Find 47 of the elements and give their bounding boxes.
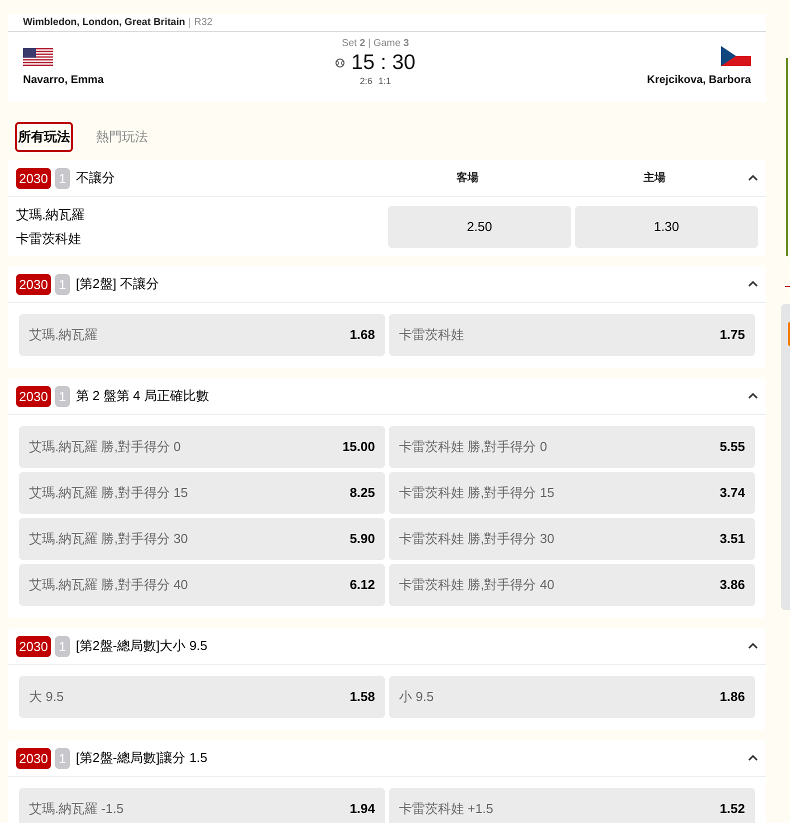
- chevron-icon[interactable]: [748, 643, 758, 649]
- chevron-icon[interactable]: [748, 281, 758, 287]
- odds-button[interactable]: 1.30: [575, 206, 758, 248]
- column-header: 客場: [456, 170, 480, 186]
- chevron-icon[interactable]: [748, 393, 758, 399]
- odds-button[interactable]: 小 9.5 1.86: [389, 676, 755, 718]
- flag-icon: [23, 48, 53, 66]
- game-score: 1:1: [378, 75, 391, 88]
- player-name: Navarro, Emma: [23, 73, 104, 88]
- chevron-icon[interactable]: [748, 755, 758, 761]
- odds-button[interactable]: 2.50: [388, 206, 571, 248]
- odds-button[interactable]: 卡雷茨科娃 勝,對手得分 40 3.86: [389, 564, 755, 606]
- odds-button[interactable]: 卡雷茨科娃 +1.5 1.52: [389, 788, 755, 823]
- odds-button[interactable]: 卡雷茨科娃 勝,對手得分 15 3.74: [389, 472, 755, 514]
- set-game-label: Set 2 | Game 3: [342, 37, 409, 51]
- odds-button[interactable]: 艾瑪.納瓦羅 勝,對手得分 0 15.00: [19, 426, 385, 468]
- odds-button[interactable]: 艾瑪.納瓦羅 勝,對手得分 15 8.25: [19, 472, 385, 514]
- player-name: Krejcikova, Barbora: [647, 73, 751, 88]
- market-title: [第2盤-總局數]讓分 1.5: [76, 749, 208, 768]
- odds-button[interactable]: 卡雷茨科娃 勝,對手得分 0 5.55: [389, 426, 755, 468]
- odds-button[interactable]: 卡雷茨科娃 1.75: [389, 314, 755, 356]
- market-code-badge: 2030: [16, 168, 51, 188]
- market-title: 第 2 盤第 4 局正確比數: [76, 387, 209, 406]
- odds-button[interactable]: 艾瑪.納瓦羅 -1.5 1.94: [19, 788, 385, 823]
- flag-icon: [720, 46, 751, 66]
- market-code-badge: 2030: [16, 274, 51, 294]
- market-title: 不讓分: [76, 169, 115, 188]
- odds-button[interactable]: 大 9.5 1.58: [19, 676, 385, 718]
- player-name: 卡雷茨科娃: [16, 230, 82, 248]
- round-label: R32: [194, 16, 212, 30]
- odds-button[interactable]: 艾瑪.納瓦羅 1.68: [19, 314, 385, 356]
- market-title: [第2盤] 不讓分: [76, 275, 159, 294]
- market-code-badge: 2030: [16, 636, 51, 656]
- market-code-badge: 2030: [16, 386, 51, 406]
- tab-marker[interactable]: [788, 322, 790, 346]
- odds-button[interactable]: 艾瑪.納瓦羅 勝,對手得分 40 6.12: [19, 564, 385, 606]
- player-name: 艾瑪.納瓦羅: [16, 206, 86, 224]
- odds-button[interactable]: 艾瑪.納瓦羅 勝,對手得分 30 5.90: [19, 518, 385, 560]
- odds-button[interactable]: 卡雷茨科娃 勝,對手得分 30 3.51: [389, 518, 755, 560]
- tournament-name: Wimbledon, London, Great Britain: [23, 16, 186, 30]
- market-code-badge: 2030: [16, 748, 51, 768]
- tab[interactable]: 所有玩法: [15, 122, 73, 152]
- set-score: 2:6: [360, 75, 372, 88]
- point-score: 15 : 30: [351, 51, 416, 75]
- chevron-icon[interactable]: [748, 175, 758, 181]
- market-title: [第2盤-總局數]大小 9.5: [76, 637, 208, 656]
- column-header: 主場: [642, 170, 666, 186]
